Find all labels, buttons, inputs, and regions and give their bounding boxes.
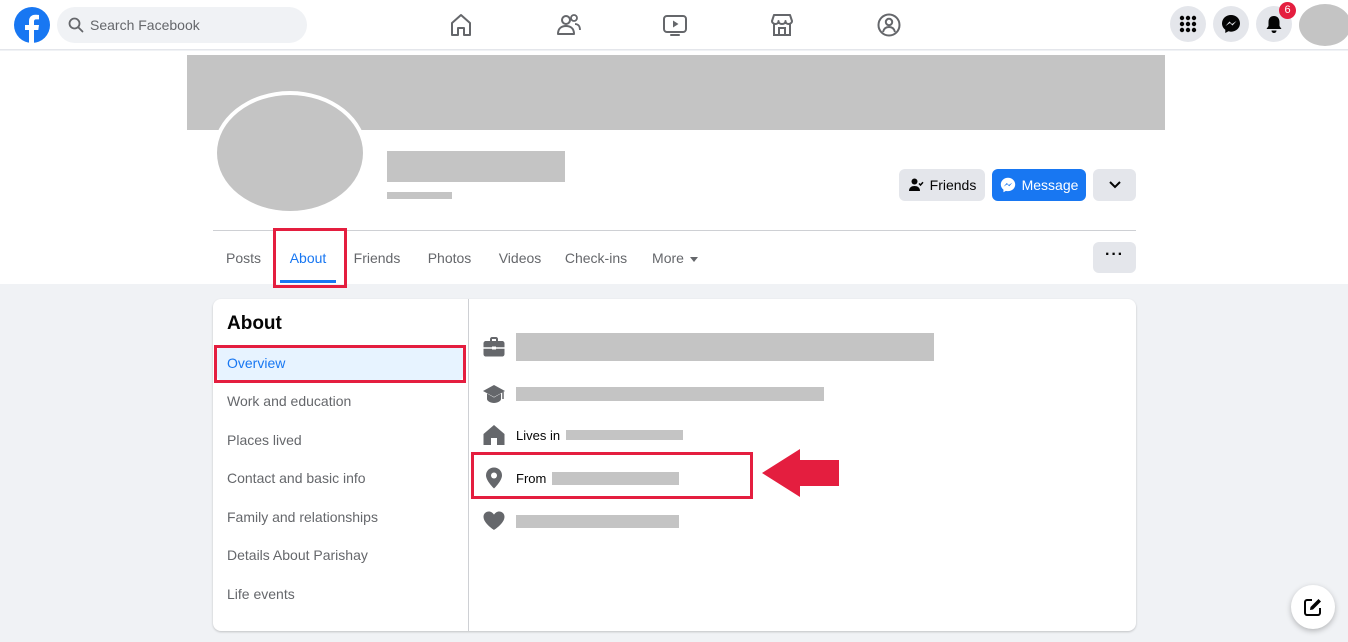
work-placeholder <box>516 333 934 361</box>
messenger-icon <box>1000 177 1015 193</box>
messenger-icon <box>1222 15 1240 33</box>
caret-down-icon <box>689 256 698 262</box>
overview-row-work <box>482 332 934 362</box>
annotation-box-overview <box>214 345 466 383</box>
about-nav-work-education[interactable]: Work and education <box>217 384 463 419</box>
home-icon[interactable] <box>448 12 474 38</box>
relationship-placeholder <box>516 514 679 528</box>
overview-row-lives-in: Lives in <box>482 420 684 450</box>
about-nav-details[interactable]: Details About Parishay <box>217 538 463 573</box>
notification-count-badge: 6 <box>1279 2 1296 19</box>
profile-more-dropdown-button[interactable] <box>1093 169 1136 201</box>
profile-subtitle-placeholder <box>387 192 452 199</box>
overview-row-education <box>482 379 824 409</box>
message-button[interactable]: Message <box>992 169 1086 201</box>
tab-check-ins[interactable]: Check-ins <box>562 231 630 283</box>
graduation-cap-icon <box>483 385 505 403</box>
lives-in-label: Lives in <box>516 427 561 443</box>
annotation-box-from <box>471 452 753 499</box>
tab-more[interactable]: More <box>646 231 704 283</box>
profile-name-placeholder <box>387 151 565 182</box>
annotation-box-about-tab <box>273 228 347 288</box>
education-placeholder <box>516 387 824 401</box>
about-nav-places-lived[interactable]: Places lived <box>217 423 463 458</box>
friends-icon[interactable] <box>555 12 581 38</box>
about-title: About <box>227 313 282 334</box>
marketplace-icon[interactable] <box>769 12 795 38</box>
compose-icon <box>1304 599 1321 616</box>
briefcase-icon <box>483 337 505 357</box>
overview-row-relationship <box>482 506 679 536</box>
home-icon <box>483 425 505 445</box>
menu-grid-icon <box>1179 15 1197 33</box>
about-nav-life-events[interactable]: Life events <box>217 577 463 612</box>
search-icon <box>68 17 84 33</box>
watch-icon[interactable] <box>662 12 688 38</box>
menu-grid-button[interactable] <box>1170 6 1206 42</box>
about-nav-contact-info[interactable]: Contact and basic info <box>217 461 463 496</box>
annotation-arrow-icon <box>762 449 839 497</box>
profile-header: Friends Message Posts About Friends Phot… <box>0 51 1348 284</box>
friends-button-label: Friends <box>929 177 977 193</box>
about-nav-family-relationships[interactable]: Family and relationships <box>217 500 463 535</box>
friends-button[interactable]: Friends <box>899 169 985 201</box>
user-check-icon <box>908 178 924 191</box>
tab-friends[interactable]: Friends <box>348 231 406 283</box>
search-bar[interactable] <box>57 7 307 43</box>
groups-icon[interactable] <box>876 12 902 38</box>
search-input[interactable] <box>90 7 290 43</box>
account-avatar[interactable] <box>1299 4 1348 46</box>
tab-more-label: More <box>652 250 684 266</box>
new-message-button[interactable] <box>1291 585 1335 629</box>
tab-photos[interactable]: Photos <box>421 231 478 283</box>
tab-videos[interactable]: Videos <box>493 231 547 283</box>
lives-in-placeholder <box>566 430 684 440</box>
profile-picture[interactable] <box>213 91 367 215</box>
bell-icon <box>1266 16 1282 33</box>
chevron-down-icon <box>1108 181 1121 189</box>
message-button-label: Message <box>1021 177 1079 193</box>
more-options-button[interactable]: ··· <box>1093 242 1136 273</box>
messenger-button[interactable] <box>1213 6 1249 42</box>
heart-icon <box>483 511 505 530</box>
top-navigation-bar: 6 <box>0 0 1348 50</box>
facebook-logo-icon[interactable] <box>14 7 50 43</box>
tab-posts[interactable]: Posts <box>213 231 274 283</box>
